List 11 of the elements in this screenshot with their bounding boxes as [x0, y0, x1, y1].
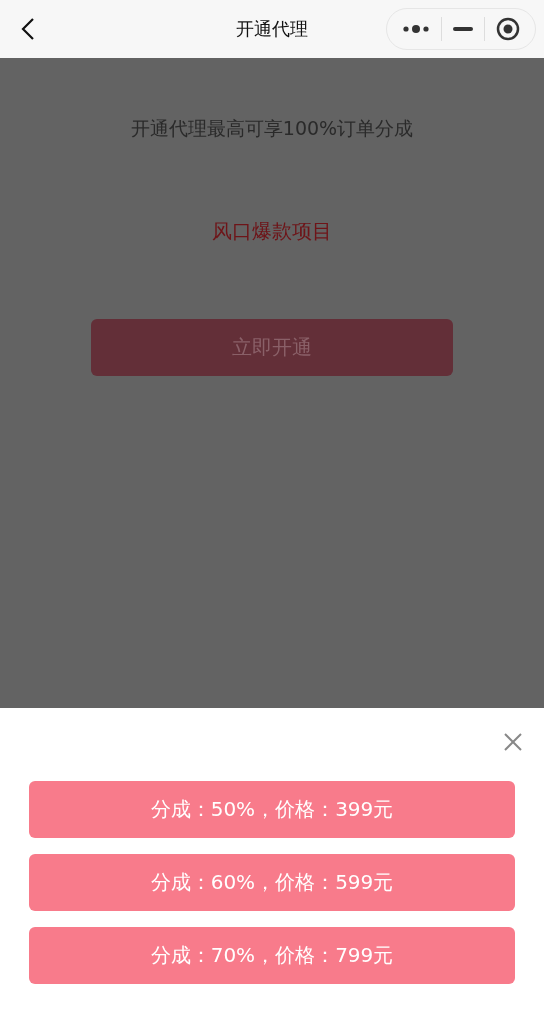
page-title: 开通代理 [236, 17, 308, 41]
back-icon[interactable] [21, 17, 35, 41]
minimize-icon[interactable] [453, 27, 473, 31]
more-icon[interactable] [402, 24, 431, 34]
plan-option-button[interactable]: 分成：50%，价格：399元 [29, 781, 515, 838]
plan-option-button[interactable]: 分成：60%，价格：599元 [29, 854, 515, 911]
headline-text: 开通代理最高可享100%订单分成 [130, 116, 414, 141]
plan-option-button[interactable]: 分成：70%，价格：799元 [29, 927, 515, 984]
highlight-text: 风口爆款项目 [212, 218, 332, 245]
close-target-icon[interactable] [495, 17, 520, 41]
close-icon[interactable] [503, 732, 523, 752]
